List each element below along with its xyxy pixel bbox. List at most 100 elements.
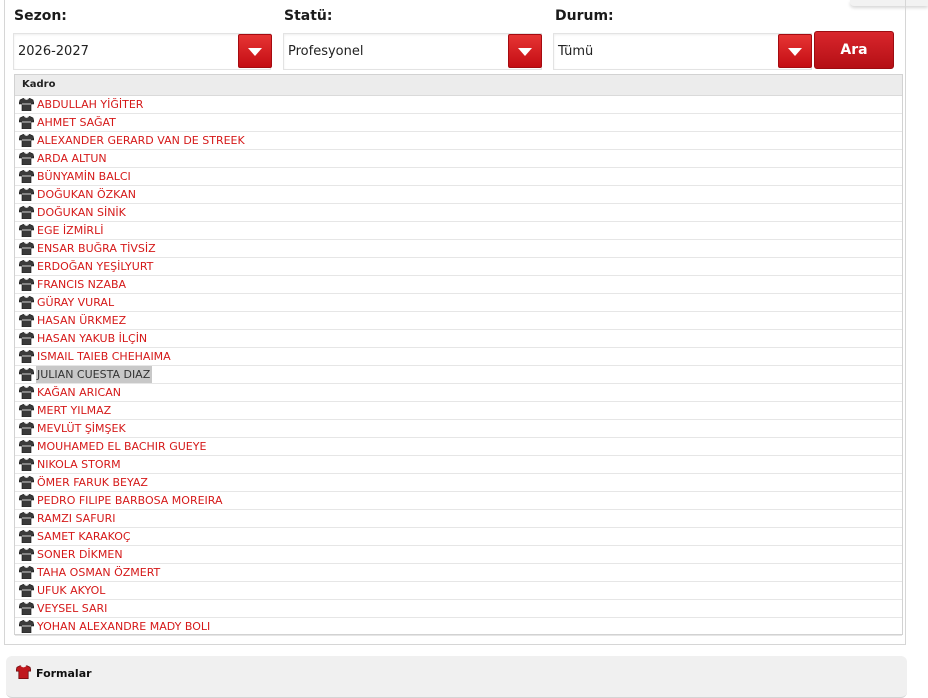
season-value: 2026-2027 [18,44,89,59]
player-name-link[interactable]: VEYSEL SARI [37,600,107,617]
roster-row: UFUK AKYOL [15,582,902,600]
roster-row: AHMET SAĞAT [15,114,902,132]
jersey-icon [19,350,34,363]
condition-value: Tümü [558,44,594,59]
jersey-icon [19,602,34,615]
roster-row: SONER DİKMEN [15,546,902,564]
player-name-link[interactable]: HASAN YAKUB İLÇİN [37,330,147,347]
roster-header: Kadro [15,75,902,96]
player-name-link[interactable]: EGE İZMİRLİ [37,222,103,239]
formalar-panel[interactable]: Formalar [6,656,907,698]
jersey-icon [19,134,34,147]
player-name-link[interactable]: TAHA OSMAN ÖZMERT [37,564,160,581]
player-name-link[interactable]: ENSAR BUĞRA TİVSİZ [37,240,156,257]
jersey-icon [19,152,34,165]
roster-row: ENSAR BUĞRA TİVSİZ [15,240,902,258]
roster-row: DOĞUKAN SİNİK [15,204,902,222]
roster-row: BÜNYAMİN BALCI [15,168,902,186]
player-name-link[interactable]: YOHAN ALEXANDRE MADY BOLI [37,618,210,635]
player-name-link[interactable]: ERDOĞAN YEŞİLYURT [37,258,153,275]
roster-row: JULIAN CUESTA DIAZ [15,366,902,384]
roster-row: GÜRAY VURAL [15,294,902,312]
jersey-icon [19,620,34,633]
player-name-link[interactable]: SAMET KARAKOÇ [37,528,131,545]
jersey-icon [19,476,34,489]
jersey-icon [19,116,34,129]
jersey-icon [19,440,34,453]
jersey-icon [19,332,34,345]
roster-row: HASAN YAKUB İLÇİN [15,330,902,348]
jersey-icon [19,98,34,111]
player-name-link[interactable]: RAMZI SAFURI [37,510,115,527]
roster-row: ARDA ALTUN [15,150,902,168]
roster-row: ISMAIL TAIEB CHEHAIMA [15,348,902,366]
status-select[interactable]: Profesyonel [283,33,542,70]
roster-table: Kadro ABDULLAH YİĞİTER AHMET SAĞAT ALEXAND… [14,74,903,636]
player-name-link[interactable]: GÜRAY VURAL [37,294,114,311]
player-name-link[interactable]: KAĞAN ARICAN [37,384,121,401]
season-select[interactable]: 2026-2027 [13,33,271,70]
condition-label: Durum: [555,8,614,24]
player-name-link[interactable]: NIKOLA STORM [37,456,121,473]
roster-row: PEDRO FILIPE BARBOSA MOREIRA [15,492,902,510]
player-name-link[interactable]: HASAN ÜRKMEZ [37,312,126,329]
roster-row: MERT YILMAZ [15,402,902,420]
player-name-link[interactable]: ÖMER FARUK BEYAZ [37,474,148,491]
player-name-link[interactable]: BÜNYAMİN BALCI [37,168,131,185]
player-name-link[interactable]: FRANCIS NZABA [37,276,126,293]
roster-row: ALEXANDER GERARD VAN DE STREEK [15,132,902,150]
player-name-link[interactable]: DOĞUKAN SİNİK [37,204,126,221]
jersey-icon [19,170,34,183]
player-name-link[interactable]: ISMAIL TAIEB CHEHAIMA [37,348,171,365]
player-name-link[interactable]: MOUHAMED EL BACHIR GUEYE [37,438,206,455]
player-name-link[interactable]: ARDA ALTUN [37,150,107,167]
player-name-link[interactable]: ALEXANDER GERARD VAN DE STREEK [37,132,245,149]
roster-row: SAMET KARAKOÇ [15,528,902,546]
roster-row: NIKOLA STORM [15,456,902,474]
roster-row: TAHA OSMAN ÖZMERT [15,564,902,582]
jersey-icon [19,404,34,417]
jersey-icon [19,368,34,381]
jersey-icon [19,242,34,255]
roster-row: MEVLÜT ŞİMŞEK [15,420,902,438]
jersey-icon [19,278,34,291]
player-name-link[interactable]: MERT YILMAZ [37,402,111,419]
roster-list: ABDULLAH YİĞİTER AHMET SAĞAT ALEXANDER GER… [15,96,902,636]
jersey-icon [16,665,31,679]
roster-row: MOUHAMED EL BACHIR GUEYE [15,438,902,456]
jersey-icon [19,494,34,507]
formalar-label: Formalar [36,667,92,680]
search-button[interactable]: Ara [814,31,894,69]
jersey-icon [19,386,34,399]
jersey-icon [19,314,34,327]
condition-dropdown-arrow-icon[interactable] [778,34,812,68]
status-label: Statü: [284,8,333,24]
roster-row: YOHAN ALEXANDRE MADY BOLI [15,618,902,636]
jersey-icon [19,206,34,219]
condition-select[interactable]: Tümü [553,33,812,70]
jersey-icon [19,296,34,309]
jersey-icon [19,224,34,237]
season-label: Sezon: [14,8,67,24]
jersey-icon [19,260,34,273]
player-name-link[interactable]: DOĞUKAN ÖZKAN [37,186,136,203]
roster-row: RAMZI SAFURI [15,510,902,528]
jersey-icon [19,548,34,561]
jersey-icon [19,566,34,579]
roster-row: DOĞUKAN ÖZKAN [15,186,902,204]
player-name-link[interactable]: SONER DİKMEN [37,546,123,563]
player-name-link[interactable]: UFUK AKYOL [37,582,105,599]
status-dropdown-arrow-icon[interactable] [508,34,542,68]
jersey-icon [19,530,34,543]
roster-row: ABDULLAH YİĞİTER [15,96,902,114]
player-name-link[interactable]: ABDULLAH YİĞİTER [37,96,143,113]
season-dropdown-arrow-icon[interactable] [238,34,272,68]
roster-row: KAĞAN ARICAN [15,384,902,402]
player-name-link[interactable]: PEDRO FILIPE BARBOSA MOREIRA [37,492,223,509]
player-name-link[interactable]: MEVLÜT ŞİMŞEK [37,420,126,437]
player-name-link[interactable]: AHMET SAĞAT [37,114,116,131]
player-name-link[interactable]: JULIAN CUESTA DIAZ [36,366,153,383]
jersey-icon [19,512,34,525]
jersey-icon [19,584,34,597]
roster-row: ERDOĞAN YEŞİLYURT [15,258,902,276]
